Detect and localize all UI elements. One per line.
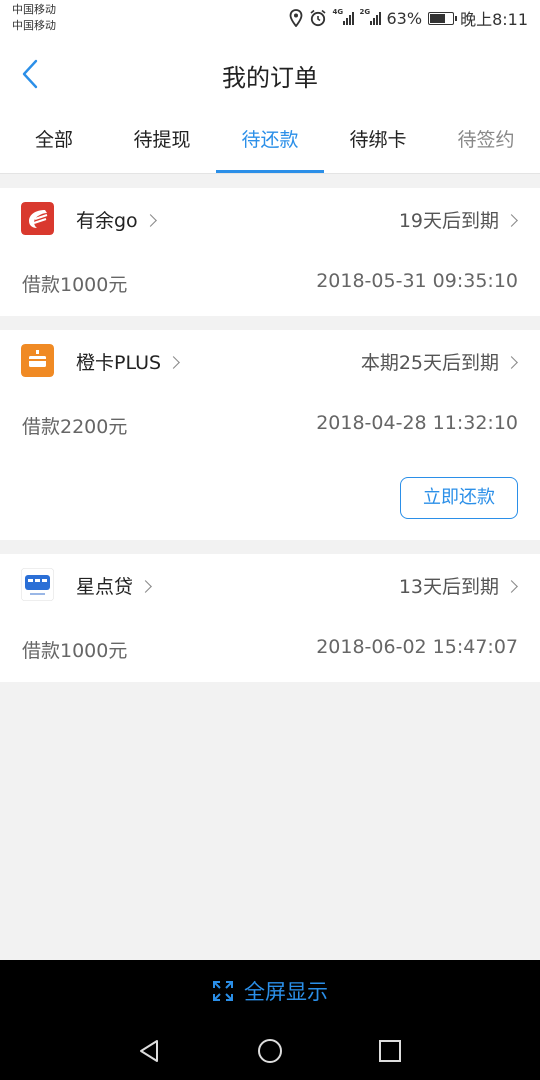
chevron-right-icon — [505, 214, 518, 227]
order-loan-amount: 借款1000元 — [22, 640, 128, 662]
tab-pending-withdraw[interactable]: 待提现 — [108, 112, 216, 174]
youyu-go-app-icon — [21, 202, 54, 235]
tab-pending-repay[interactable]: 待还款 — [216, 112, 324, 174]
order-due-text: 19天后到期 — [398, 210, 499, 232]
order-due-link[interactable]: 本期25天后到期 — [360, 348, 518, 375]
order-card[interactable]: 有余go 19天后到期 借款1000元 2018-05-31 09:35:10 — [0, 188, 540, 316]
chevron-right-icon — [139, 580, 152, 593]
fullscreen-bar[interactable]: 全屏显示 — [0, 960, 540, 1022]
status-bar: 中国移动 中国移动 4G 2G 63% 晚上8:11 — [0, 0, 540, 36]
chevron-right-icon — [167, 356, 180, 369]
xingdiandai-app-icon — [21, 568, 54, 601]
system-nav-bar — [0, 1022, 540, 1080]
nav-back-icon[interactable] — [135, 1036, 165, 1066]
signal-4g-icon: 4G — [332, 8, 354, 25]
order-app-name: 星点贷 — [76, 576, 134, 598]
chevron-right-icon — [505, 580, 518, 593]
order-app-link[interactable]: 有余go — [76, 206, 157, 233]
order-loan-amount: 借款2200元 — [22, 416, 128, 438]
order-tabs: 全部 待提现 待还款 待绑卡 待签约 — [0, 112, 540, 174]
nav-recents-icon[interactable] — [375, 1036, 405, 1066]
tab-pending-bind-card[interactable]: 待绑卡 — [324, 112, 432, 174]
active-tab-indicator — [216, 170, 324, 173]
location-icon — [289, 9, 302, 27]
carrier-2: 中国移动 — [12, 19, 56, 32]
network-2g-label: 2G — [359, 8, 371, 16]
battery-icon — [428, 11, 458, 25]
order-loan-amount: 借款1000元 — [22, 274, 128, 296]
chengka-plus-app-icon — [21, 344, 54, 377]
network-4g-label: 4G — [332, 8, 344, 16]
order-due-link[interactable]: 19天后到期 — [398, 206, 518, 233]
order-card[interactable]: 橙卡PLUS 本期25天后到期 借款2200元 2018-04-28 11:32… — [0, 330, 540, 540]
order-due-link[interactable]: 13天后到期 — [398, 572, 518, 599]
tab-pending-sign[interactable]: 待签约 — [432, 112, 540, 174]
chevron-right-icon — [505, 356, 518, 369]
battery-percent: 63% — [386, 8, 423, 28]
alarm-icon — [309, 9, 326, 27]
clock: 晚上8:11 — [460, 10, 528, 29]
expand-icon — [213, 981, 233, 1001]
order-due-text: 本期25天后到期 — [360, 352, 499, 374]
nav-home-icon[interactable] — [255, 1036, 285, 1066]
tab-all[interactable]: 全部 — [0, 112, 108, 174]
order-card[interactable]: 星点贷 13天后到期 借款1000元 2018-06-02 15:47:07 — [0, 554, 540, 682]
order-datetime: 2018-04-28 11:32:10 — [316, 412, 518, 434]
repay-now-button[interactable]: 立即还款 — [400, 477, 518, 519]
order-app-name: 有余go — [76, 210, 138, 232]
fullscreen-label: 全屏显示 — [244, 980, 328, 1004]
signal-2g-icon: 2G — [359, 8, 381, 25]
order-datetime: 2018-05-31 09:35:10 — [316, 270, 518, 292]
carrier-1: 中国移动 — [12, 3, 56, 16]
order-app-name: 橙卡PLUS — [76, 352, 162, 374]
order-app-link[interactable]: 星点贷 — [76, 572, 152, 599]
page-title: 我的订单 — [222, 64, 318, 92]
nav-header: 我的订单 — [0, 36, 540, 112]
order-app-link[interactable]: 橙卡PLUS — [76, 348, 180, 375]
order-due-text: 13天后到期 — [398, 576, 499, 598]
chevron-right-icon — [143, 214, 157, 227]
order-datetime: 2018-06-02 15:47:07 — [316, 636, 518, 658]
